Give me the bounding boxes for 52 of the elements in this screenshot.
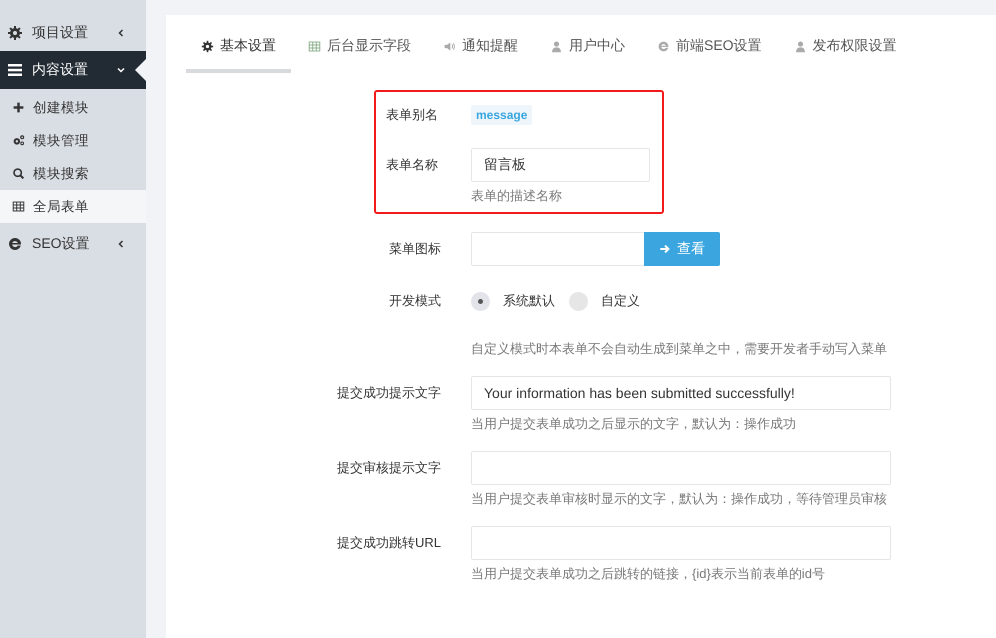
input-field[interactable]: [471, 232, 644, 266]
help-text: 当用户提交表单审核时显示的文字，默认为：操作成功，等待管理员审核: [471, 490, 888, 508]
help-text: 当用户提交表单成功之后显示的文字，默认为：操作成功: [471, 415, 797, 433]
help-text: 表单的描述名称: [471, 187, 563, 205]
field-label: 提交成功提示文字: [336, 384, 442, 402]
user-icon: [794, 40, 807, 52]
field-label: 开发模式: [388, 292, 442, 310]
user-icon: [550, 40, 563, 52]
field-label: 提交成功跳转URL: [336, 534, 442, 552]
tab[interactable]: 后台显示字段: [293, 37, 426, 73]
gear-icon: [201, 40, 214, 52]
alias-tag: message: [471, 105, 532, 125]
sidebar-subitem[interactable]: 模块管理: [0, 124, 146, 157]
chevron-icon: [116, 65, 126, 75]
speaker-icon: [443, 40, 456, 52]
radio-label: 自定义: [601, 292, 640, 310]
tab[interactable]: 用户中心: [535, 37, 640, 73]
tab[interactable]: 前端SEO设置: [642, 37, 777, 73]
search-icon: [12, 167, 25, 180]
help-text: 当用户提交表单成功之后跳转的链接，{id}表示当前表单的id号: [471, 565, 826, 583]
plus-icon: [12, 101, 25, 114]
chevron-icon: [116, 239, 126, 249]
field-label: 表单名称: [386, 156, 439, 174]
tab[interactable]: 基本设置: [186, 37, 291, 73]
radio-label: 系统默认: [503, 292, 555, 310]
e-logo-icon: [657, 40, 670, 52]
sidebar-subitem[interactable]: 创建模块: [0, 91, 146, 124]
input-field[interactable]: [471, 451, 891, 485]
sidebar-item[interactable]: 内容设置: [0, 51, 146, 89]
arrow-right-icon: [659, 243, 671, 255]
sidebar-subitem[interactable]: 模块搜索: [0, 157, 146, 190]
menu-icon: [7, 62, 23, 78]
input-field[interactable]: Your information has been submitted successfully!: [471, 376, 891, 410]
radio-button[interactable]: [569, 292, 588, 310]
help-text: 自定义模式时本表单不会自动生成到菜单之中，需要开发者手动写入菜单: [471, 340, 888, 358]
radio-button[interactable]: [471, 292, 490, 310]
field-label: 提交审核提示文字: [336, 459, 442, 477]
e-logo-icon: [7, 236, 23, 252]
tab[interactable]: 发布权限设置: [778, 37, 912, 73]
gear-icon: [7, 25, 23, 41]
grid-icon: [308, 40, 321, 52]
sidebar-item[interactable]: 项目设置: [0, 15, 146, 51]
sidebar-subitem[interactable]: 全局表单: [0, 190, 146, 223]
sidebar-item[interactable]: SEO设置: [0, 226, 146, 262]
field-label: 表单别名: [386, 106, 439, 124]
chevron-icon: [116, 28, 126, 38]
tab[interactable]: 通知提醒: [428, 37, 533, 73]
input-field[interactable]: 留言板: [471, 148, 650, 182]
input-field[interactable]: [471, 526, 891, 560]
grid-icon: [12, 200, 25, 213]
gears-icon: [12, 134, 25, 147]
field-label: 菜单图标: [388, 240, 442, 258]
